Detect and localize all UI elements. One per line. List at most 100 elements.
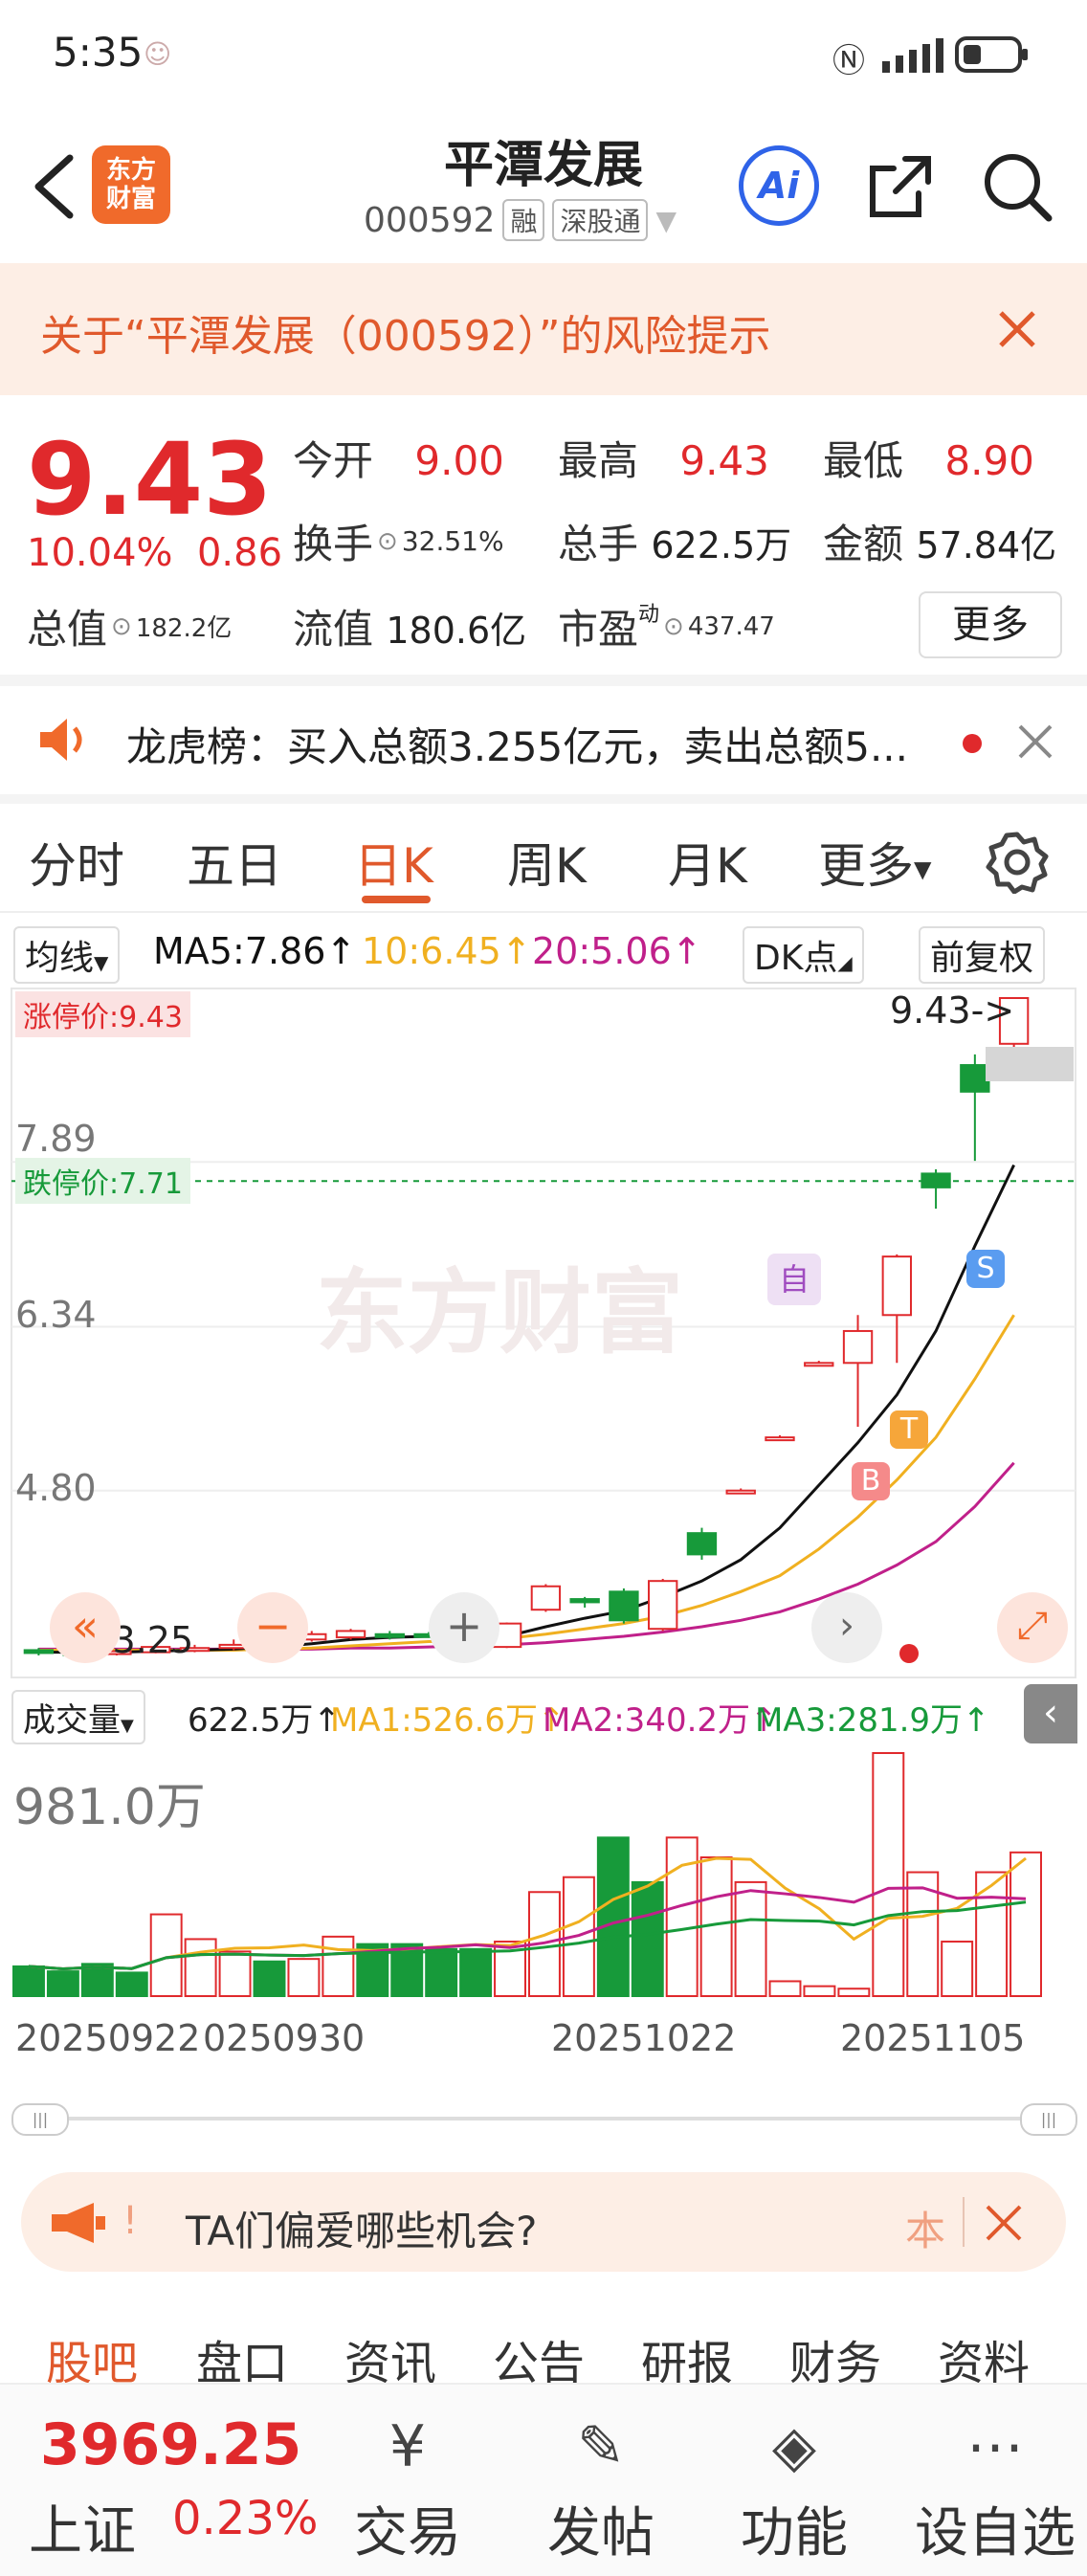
- notice-text: 龙虎榜：买入总额3.255亿元，卖出总额5...: [126, 723, 909, 770]
- price-change: 10.04% 0.86: [27, 531, 283, 575]
- close-icon[interactable]: [984, 2203, 1024, 2243]
- index-name[interactable]: 上证: [29, 2488, 136, 2565]
- nfc-icon: Ⓝ: [832, 42, 865, 80]
- caret-down-icon: ▼: [121, 1716, 134, 1736]
- zoom-out-icon[interactable]: −: [237, 1592, 308, 1663]
- tab-monthly-k[interactable]: 月K: [668, 828, 747, 897]
- vol-ma3-value: MA3:281.9万↑: [755, 1701, 990, 1740]
- scroll-left-fast-icon[interactable]: «: [50, 1592, 121, 1663]
- slider-right-handle[interactable]: |||: [1020, 2103, 1077, 2136]
- date-label: 0250930: [203, 2017, 366, 2059]
- caret-down-icon: ◢: [837, 951, 853, 974]
- zoom-in-icon[interactable]: +: [429, 1592, 499, 1663]
- promo-banner[interactable]: ! TA们偏爱哪些机会? 本: [21, 2172, 1066, 2272]
- stock-code-row[interactable]: 000592 融 深股通 ▼: [364, 199, 677, 241]
- dk-point-select[interactable]: DK点◢: [743, 926, 864, 984]
- indicator-select[interactable]: 均线▼: [13, 926, 121, 984]
- period-tabs: 分时 五日 日K 周K 月K 更多▼: [0, 804, 1087, 913]
- trade-button[interactable]: ¥ 交易: [331, 2413, 484, 2567]
- search-icon[interactable]: [980, 149, 1056, 226]
- candle-body: [609, 1590, 639, 1622]
- volume-bar: [665, 1836, 699, 1998]
- close-icon[interactable]: [995, 307, 1039, 351]
- candle: [686, 1527, 718, 1560]
- stock-header: 东方 财富 平潭发展 000592 融 深股通 ▼ Ai: [0, 105, 1087, 263]
- dragon-tiger-notice[interactable]: 龙虎榜：买入总额3.255亿元，卖出总额5...: [0, 684, 1087, 799]
- candle-body: [686, 1532, 718, 1556]
- add-watchlist-button[interactable]: ⋯ 设自选: [909, 2413, 1081, 2567]
- date-label: 20250922: [15, 2017, 201, 2059]
- info-icon: ⊙: [377, 526, 398, 556]
- candle: [609, 1588, 639, 1624]
- vol-ma2-value: MA2:340.2万↑: [543, 1701, 778, 1740]
- more-dots-icon: ⋯: [966, 2413, 1024, 2480]
- fullscreen-icon[interactable]: ⤢: [997, 1592, 1068, 1663]
- high-stat: 最高 9.43: [558, 437, 769, 484]
- tab-daily-k[interactable]: 日K: [354, 828, 433, 897]
- candle-body: [335, 1630, 366, 1639]
- more-stats-button[interactable]: 更多: [919, 591, 1062, 658]
- vol-ma1-value: MA1:526.6万↑: [330, 1701, 566, 1740]
- divider: [963, 2197, 965, 2247]
- candle-body: [804, 1362, 834, 1367]
- scroll-right-icon[interactable]: ›: [811, 1592, 882, 1663]
- index-value[interactable]: 3969.25: [40, 2411, 301, 2478]
- volume-bar: [768, 1980, 802, 1997]
- axis-label-1: 7.89: [15, 1118, 97, 1160]
- risk-warning-banner[interactable]: 关于“平潭发展（000592）”的风险提示: [0, 263, 1087, 395]
- volume-bar: [459, 1947, 493, 1997]
- close-icon[interactable]: [1016, 722, 1054, 761]
- watermark: 东方财富: [316, 1259, 683, 1366]
- tab-five-day[interactable]: 五日: [187, 828, 282, 897]
- caret-down-icon: ▼: [914, 855, 932, 883]
- margin-tag: 融: [502, 199, 545, 241]
- post-button[interactable]: ✎ 发帖: [524, 2413, 677, 2567]
- signal-t-badge[interactable]: T: [890, 1410, 928, 1449]
- candle: [881, 1254, 912, 1364]
- candle: [842, 1315, 874, 1427]
- slider-track: [46, 2117, 1041, 2121]
- adjust-select[interactable]: 前复权: [919, 926, 1046, 984]
- grid-icon: ◈: [771, 2413, 817, 2480]
- volume-bar: [322, 1935, 355, 1998]
- functions-button[interactable]: ◈ 功能: [718, 2413, 871, 2567]
- volume-bar: [631, 1880, 664, 1998]
- turnover-stat: 换手 ⊙ 32.51%: [293, 521, 504, 567]
- ai-assistant-button[interactable]: Ai: [739, 145, 819, 226]
- volume-bar: [803, 1985, 836, 1997]
- promo-text: TA们偏爱哪些机会?: [186, 2208, 538, 2254]
- info-icon: ⊙: [663, 611, 684, 641]
- settings-gear-icon[interactable]: [986, 831, 1049, 894]
- candlestick-chart[interactable]: 东方财富: [0, 981, 1087, 1684]
- volume-bar: [596, 1836, 630, 1998]
- signal-self-badge[interactable]: 自: [767, 1254, 821, 1305]
- tab-more[interactable]: 更多▼: [818, 828, 931, 897]
- signal-sell-badge[interactable]: S: [966, 1250, 1005, 1288]
- time-range-slider[interactable]: ||| |||: [11, 2103, 1077, 2136]
- volume-bar: [218, 1950, 252, 1998]
- bottom-bar: 3969.25 上证 0.23% ¥ 交易 ✎ 发帖 ◈ 功能 ⋯ 设自选: [0, 2383, 1087, 2576]
- candle: [804, 1361, 834, 1367]
- ma-header: 均线▼ MA5:7.86↑ 10:6.45↑ 20:5.06↑ DK点◢ 前复权: [0, 921, 1087, 984]
- volume-bar: [734, 1880, 767, 1998]
- volume-indicator-select[interactable]: 成交量▼: [11, 1690, 145, 1744]
- volume-stat: 总手 622.5万: [558, 521, 792, 567]
- slider-left-handle[interactable]: |||: [11, 2103, 69, 2136]
- axis-label-2: 6.34: [15, 1294, 97, 1336]
- signal-buy-badge[interactable]: B: [852, 1462, 890, 1500]
- tab-intraday[interactable]: 分时: [29, 828, 124, 897]
- clock: 5:35: [53, 29, 144, 76]
- volume-bar: [115, 1971, 148, 1997]
- notification-icon: ☺: [144, 38, 172, 70]
- volume-axis-top: 981.0万: [13, 1779, 206, 1836]
- candle: [921, 1168, 951, 1210]
- unread-dot: [963, 734, 982, 753]
- status-bar: 5:35 ☺ Ⓝ: [0, 0, 1087, 105]
- caret-down-icon: ▼: [94, 951, 109, 974]
- amount-stat: 金额 57.84亿: [823, 521, 1057, 567]
- volume-bar: [872, 1752, 905, 1997]
- volume-bar: [253, 1960, 286, 1998]
- collapse-panel-icon[interactable]: ‹: [1024, 1684, 1077, 1743]
- tab-weekly-k[interactable]: 周K: [507, 828, 587, 897]
- share-icon[interactable]: [863, 151, 936, 224]
